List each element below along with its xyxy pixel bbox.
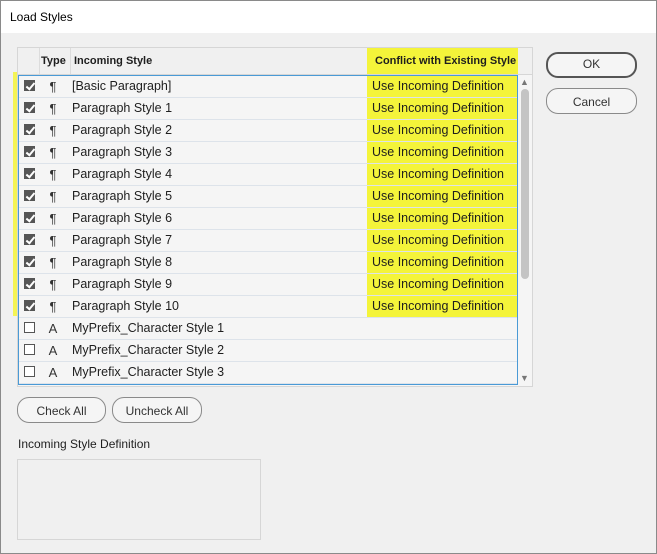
conflict-resolution-select[interactable]: Use Incoming Definition [367, 230, 517, 251]
row-checkbox[interactable] [24, 256, 35, 267]
style-name: Paragraph Style 4 [72, 167, 173, 181]
paragraph-icon: ¶ [49, 101, 57, 116]
style-name: MyPrefix_Character Style 2 [72, 343, 225, 357]
table-row[interactable]: A MyPrefix_Character Style 2 [19, 340, 517, 362]
cancel-button[interactable]: Cancel [546, 88, 637, 114]
ok-button[interactable]: OK [546, 52, 637, 78]
table-row[interactable]: ¶ Paragraph Style 10 Use Incoming Definiti… [19, 296, 517, 318]
table-row[interactable]: ¶ Paragraph Style 6 Use Incoming Definitio… [19, 208, 517, 230]
paragraph-icon: ¶ [49, 189, 57, 204]
row-checkbox[interactable] [24, 80, 35, 91]
table-row[interactable]: ¶ Paragraph Style 7 Use Incoming Definitio… [19, 230, 517, 252]
conflict-resolution-select[interactable]: Use Incoming Definition [367, 208, 517, 229]
row-checkbox[interactable] [24, 300, 35, 311]
row-checkbox[interactable] [24, 344, 35, 355]
table-row[interactable]: ¶ Paragraph Style 8 Use Incoming Definitio… [19, 252, 517, 274]
style-name: Paragraph Style 6 [72, 211, 173, 225]
style-name: Paragraph Style 9 [72, 277, 173, 291]
uncheck-all-button[interactable]: Uncheck All [112, 397, 202, 423]
paragraph-icon: ¶ [49, 299, 57, 314]
style-name: Paragraph Style 8 [72, 255, 173, 269]
scroll-up-icon[interactable]: ▲ [520, 77, 529, 87]
character-icon: A [48, 321, 58, 336]
styles-table: Type Incoming Style Conflict with Existi… [17, 47, 533, 387]
style-name: MyPrefix_Character Style 1 [72, 321, 225, 335]
style-name: Paragraph Style 3 [72, 145, 173, 159]
table-row[interactable]: ¶ Paragraph Style 4 Use Incoming Definitio… [19, 164, 517, 186]
conflict-resolution-select[interactable]: Use Incoming Definition [367, 252, 517, 273]
row-checkbox[interactable] [24, 190, 35, 201]
table-row[interactable]: ¶ Paragraph Style 9 Use Incoming Definitio… [19, 274, 517, 296]
conflict-resolution-select[interactable]: Use Incoming Definition [367, 76, 517, 97]
paragraph-icon: ¶ [49, 79, 57, 94]
row-checkbox[interactable] [24, 366, 35, 377]
paragraph-icon: ¶ [49, 167, 57, 182]
check-all-button[interactable]: Check All [17, 397, 106, 423]
table-row[interactable]: ¶ [Basic Paragraph] Use Incoming Definitio… [19, 76, 517, 98]
table-row[interactable]: ¶ Paragraph Style 3 Use Incoming Definitio… [19, 142, 517, 164]
table-row[interactable]: A MyPrefix_Character Style 1 [19, 318, 517, 340]
header-check-column [18, 48, 38, 74]
paragraph-icon: ¶ [49, 145, 57, 160]
conflict-resolution-select[interactable]: Use Incoming Definition [367, 120, 517, 141]
conflict-resolution-select[interactable]: Use Incoming Definition [367, 296, 517, 317]
style-name: Paragraph Style 2 [72, 123, 173, 137]
row-checkbox[interactable] [24, 102, 35, 113]
style-name: Paragraph Style 7 [72, 233, 173, 247]
definition-label: Incoming Style Definition [18, 437, 151, 451]
style-name: [Basic Paragraph] [72, 79, 172, 93]
conflict-resolution-select[interactable]: Use Incoming Definition [367, 274, 517, 295]
table-header: Type Incoming Style Conflict with Existi… [18, 48, 532, 75]
header-conflict[interactable]: Conflict with Existing Style [367, 48, 518, 74]
row-checkbox[interactable] [24, 168, 35, 179]
vertical-scrollbar[interactable]: ▲ ▼ [518, 75, 531, 385]
conflict-resolution-select[interactable]: Use Incoming Definition [367, 142, 517, 163]
paragraph-icon: ¶ [49, 255, 57, 270]
character-icon: A [48, 365, 58, 380]
row-checkbox[interactable] [24, 124, 35, 135]
paragraph-icon: ¶ [49, 123, 57, 138]
scroll-thumb[interactable] [521, 89, 529, 279]
header-incoming-style[interactable]: Incoming Style [74, 48, 152, 74]
load-styles-dialog: Load Styles Type Incoming Style Conflict… [0, 0, 657, 554]
definition-box [17, 459, 261, 540]
title-bar: Load Styles [1, 1, 656, 33]
table-row[interactable]: ¶ Paragraph Style 1 Use Incoming Definitio… [19, 98, 517, 120]
style-name: Paragraph Style 1 [72, 101, 173, 115]
header-type[interactable]: Type [41, 48, 66, 74]
style-name: Paragraph Style 10 [72, 299, 180, 313]
scroll-down-icon[interactable]: ▼ [520, 373, 529, 383]
table-row[interactable]: A MyPrefix_Character Style 3 [19, 362, 517, 384]
row-checkbox[interactable] [24, 234, 35, 245]
row-checkbox[interactable] [24, 146, 35, 157]
style-name: Paragraph Style 5 [72, 189, 173, 203]
table-row[interactable]: ¶ Paragraph Style 5 Use Incoming Definitio… [19, 186, 517, 208]
paragraph-icon: ¶ [49, 233, 57, 248]
conflict-resolution-select[interactable]: Use Incoming Definition [367, 98, 517, 119]
character-icon: A [48, 343, 58, 358]
style-name: MyPrefix_Character Style 3 [72, 365, 225, 379]
paragraph-icon: ¶ [49, 277, 57, 292]
row-checkbox[interactable] [24, 212, 35, 223]
row-checkbox[interactable] [24, 322, 35, 333]
conflict-resolution-select[interactable]: Use Incoming Definition [367, 186, 517, 207]
paragraph-icon: ¶ [49, 211, 57, 226]
conflict-resolution-select[interactable]: Use Incoming Definition [367, 164, 517, 185]
row-checkbox[interactable] [24, 278, 35, 289]
styles-list: ¶ [Basic Paragraph] Use Incoming Definitio… [18, 75, 518, 385]
dialog-title: Load Styles [10, 10, 73, 24]
table-row[interactable]: ¶ Paragraph Style 2 Use Incoming Definitio… [19, 120, 517, 142]
